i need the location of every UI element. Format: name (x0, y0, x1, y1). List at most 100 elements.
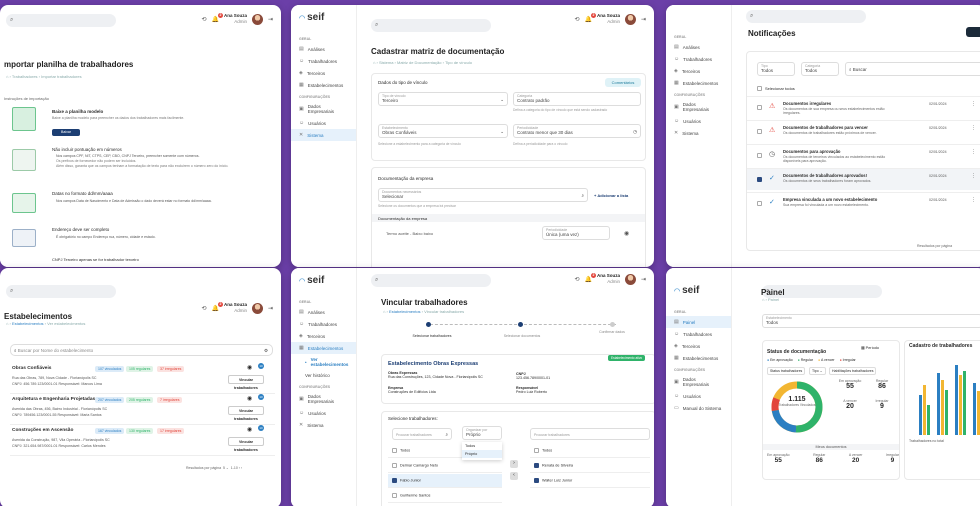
nav-analises[interactable]: ▤ Análises (291, 306, 356, 318)
checkbox[interactable] (392, 493, 397, 498)
logout-icon[interactable]: ⇥ (268, 16, 273, 23)
search-input[interactable]: ⌕ (746, 10, 866, 23)
nav-estabelecimentos[interactable]: ▦ Estabelecimentos (291, 342, 356, 354)
checkbox[interactable] (757, 177, 762, 182)
prazo-select[interactable]: Periodicidade Única (uma vez) (542, 226, 610, 240)
dropdown-option[interactable]: Próprio (462, 450, 502, 458)
notification-row[interactable]: ◷ Documentos para aprovação Os documentos … (747, 144, 980, 166)
nav-sistema[interactable]: ✕ Sistema (291, 419, 356, 431)
checkbox[interactable] (392, 478, 397, 483)
nav-terceiros[interactable]: ◈ Terceiros (291, 330, 356, 342)
checkbox[interactable] (534, 448, 539, 453)
worker-search[interactable]: Procurar trabalhadores ⌕ (392, 428, 452, 440)
establishment-search[interactable]: ⌕ Buscar por Nome do estabelecimento ⚙ (10, 344, 273, 356)
sync-icon[interactable]: ⟲ (201, 16, 206, 23)
eye-icon[interactable]: ◉ (247, 426, 252, 433)
user-menu[interactable]: ⟲ 🔔 2 Ana Souza Admin ⇥ (574, 12, 646, 25)
nav-terceiros[interactable]: ◈ Terceiros (666, 340, 731, 352)
tipo-vinculo-select[interactable]: Tipo de vínculo Terceiro ⌄ (378, 92, 508, 106)
select-all[interactable]: Selecionar todos (757, 86, 795, 92)
checkbox[interactable] (757, 86, 762, 92)
nav-estabelecimentos[interactable]: ▦ Estabelecimentos (666, 352, 731, 364)
estabelecimento-select[interactable]: Estabelecimento Obras Confiáveis ⌄ (378, 124, 508, 138)
download-button[interactable]: Baixar (52, 129, 80, 136)
nav-dados[interactable]: ▣ Dados Empresariais (666, 374, 731, 390)
worker-row[interactable]: Renata de Silveira (530, 459, 650, 473)
checkbox[interactable] (392, 463, 397, 468)
nav-estabelecimentos[interactable]: ▦ Estabelecimentos (666, 77, 731, 89)
selected-search[interactable]: Procurar trabalhadores (530, 428, 650, 440)
more-icon[interactable]: ⋮ (971, 149, 976, 155)
organize-select[interactable]: Organizar por Próprio (462, 426, 502, 440)
eye-icon[interactable]: ◉ (247, 395, 252, 402)
periodicidade-select[interactable]: Periodicidade Contrato menor que 30 dias ◷ (513, 124, 641, 138)
search-input[interactable]: ⌕ (371, 274, 491, 287)
nav-trabalhadores[interactable]: ☺ Trabalhadores (291, 55, 356, 67)
documentos-select[interactable]: Documentos necessários Selecionar ⌕ (378, 188, 588, 202)
logout-icon[interactable]: ⇥ (641, 16, 646, 23)
sync-icon[interactable]: ⟲ (574, 16, 579, 23)
notification-row[interactable]: ⚠ Documentos irregulares Os documentos de … (747, 96, 980, 118)
notification-row[interactable]: ⚠ Documentos de trabalhadores para vencer… (747, 120, 980, 142)
bell-icon[interactable]: 🔔 2 (211, 12, 223, 23)
period-filter[interactable]: ▦ Período (861, 345, 879, 350)
logout-icon[interactable]: ⇥ (641, 276, 646, 283)
dropdown-option[interactable]: Todos (462, 442, 502, 450)
filter-habilitacoes[interactable]: Habilitações trabalhadores (829, 367, 877, 375)
nav-usuarios[interactable]: ☺ Usuários (291, 407, 356, 419)
worker-row[interactable]: Todos (530, 444, 650, 458)
link-workers-button[interactable]: Vincular trabalhadores (228, 437, 264, 452)
more-icon[interactable]: ⋮ (971, 125, 976, 131)
nav-analises[interactable]: ▤ Análises (291, 43, 356, 55)
nav-terceiros[interactable]: ◈ Terceiros (666, 65, 731, 77)
nav-usuarios[interactable]: ☺ Usuários (666, 115, 731, 127)
filter-status[interactable]: Status trabalhadores (767, 367, 806, 375)
move-left-button[interactable]: ‹ (510, 472, 518, 480)
categoria-input[interactable]: Categoria Contrato padrão (513, 92, 641, 106)
nav-painel[interactable]: ▤ Painel (666, 316, 731, 328)
tipo-filter[interactable]: Tipo Todos (757, 62, 795, 76)
worker-row[interactable]: Delmar Camargo Neto (388, 459, 502, 473)
sync-icon[interactable]: ⟲ (201, 305, 206, 312)
nav-dados[interactable]: ▣ Dados Empresariais (666, 99, 731, 115)
worker-row[interactable]: Walter Luiz Junior (530, 474, 650, 488)
link-workers-button[interactable]: Vincular trabalhadores (228, 406, 264, 421)
comments-button[interactable]: Comentários (605, 78, 641, 87)
nav-trabalhadores[interactable]: ☺ Trabalhadores (666, 328, 731, 340)
search-input[interactable]: ⌕ (371, 19, 491, 32)
eye-off-icon[interactable]: ◉ (624, 230, 629, 237)
notification-row[interactable]: ✓ Empresa vinculada a um novo estabelecim… (747, 192, 980, 214)
notification-row[interactable]: ✓ Documentos de trabalhadores aprovados! O… (747, 168, 980, 190)
bell-icon[interactable]: 🔔 2 (584, 12, 596, 23)
nav-estabelecimentos[interactable]: ▦ Estabelecimentos (291, 79, 356, 91)
checkbox[interactable] (757, 129, 762, 134)
more-icon[interactable]: ⋮ (971, 101, 976, 107)
more-icon[interactable]: ⋮ (971, 197, 976, 203)
search-input[interactable]: ⌕ (6, 285, 116, 298)
establishment-filter[interactable]: Estabelecimento Todos (762, 314, 980, 328)
logout-icon[interactable]: ⇥ (268, 305, 273, 312)
worker-row[interactable]: Guilherme Santos (388, 489, 502, 503)
more-icon[interactable]: ⋮ (971, 173, 976, 179)
bell-icon[interactable]: 🔔 2 (584, 272, 596, 283)
filter-tipo[interactable]: Tipo ⌄ (809, 367, 826, 375)
move-right-button[interactable]: › (510, 460, 518, 468)
nav-trabalhadores[interactable]: ☺ Trabalhadores (291, 318, 356, 330)
search-input[interactable]: ⌕ (6, 13, 116, 27)
nav-ver-historico[interactable]: Ver histórico (291, 370, 356, 381)
close-button[interactable] (966, 27, 980, 37)
nav-terceiros[interactable]: ◈ Terceiros (291, 67, 356, 79)
eye-icon[interactable]: ◉ (247, 364, 252, 371)
worker-row[interactable]: Fabio Junior (388, 474, 502, 488)
nav-sistema[interactable]: ✕ Sistema (291, 129, 356, 141)
notification-search[interactable]: ⌕ Buscar (845, 62, 980, 76)
checkbox[interactable] (757, 201, 762, 206)
nav-ver-estabelecimentos[interactable]: • Ver estabelecimentos (291, 354, 356, 370)
checkbox[interactable] (534, 463, 539, 468)
link-workers-button[interactable]: Vincular trabalhadores (228, 375, 264, 390)
nav-dados[interactable]: ▣ Dados Empresariais (291, 391, 356, 407)
nav-usuarios[interactable]: ☺ Usuários (291, 117, 356, 129)
checkbox[interactable] (757, 105, 762, 110)
nav-trabalhadores[interactable]: ☺ Trabalhadores (666, 53, 731, 65)
sync-icon[interactable]: ⟲ (574, 276, 579, 283)
